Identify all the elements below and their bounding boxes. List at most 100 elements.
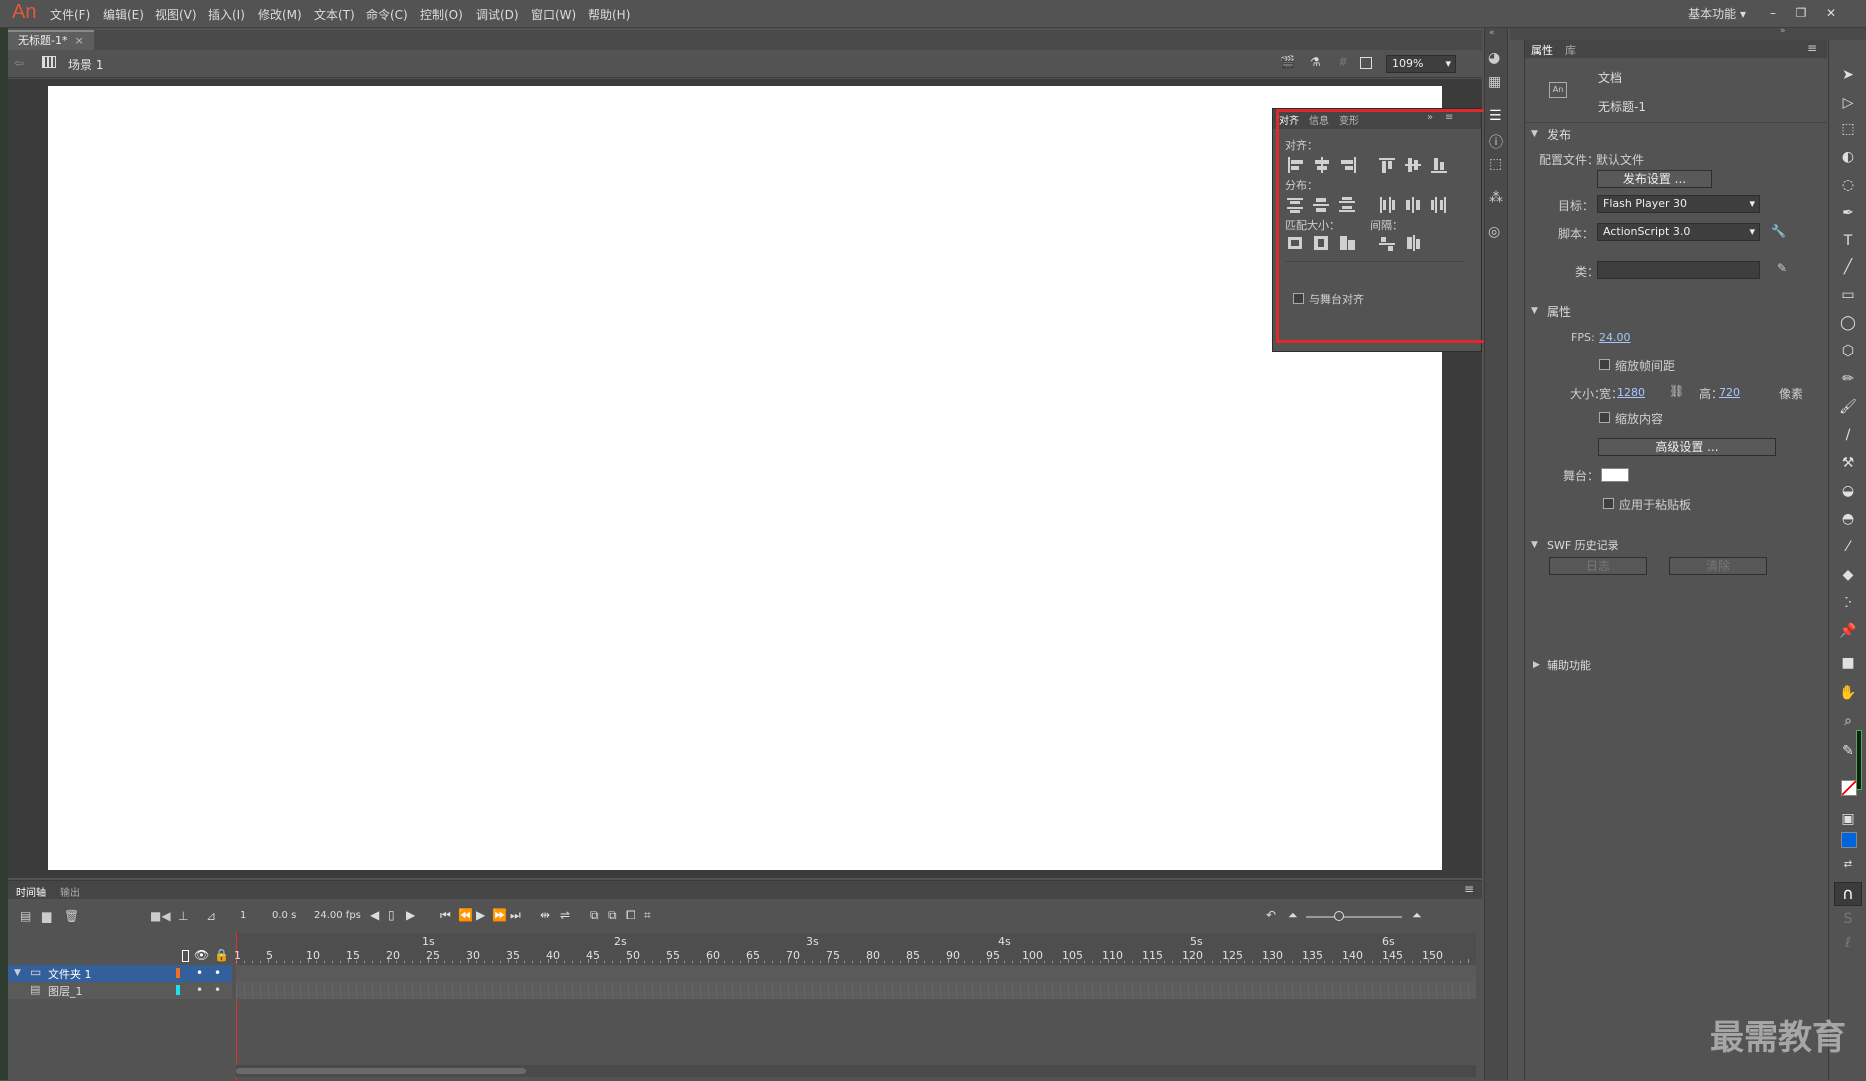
publish-settings-button[interactable]: 发布设置 ... (1597, 170, 1712, 188)
zoom-select[interactable]: 109% ▾ (1386, 55, 1456, 73)
pin-tool-icon[interactable]: 📌 (1839, 622, 1857, 640)
accessibility-expand-icon[interactable]: ▶ (1533, 660, 1540, 670)
fill-color-icon[interactable]: ▣ (1839, 810, 1857, 828)
menu-modify[interactable]: 修改(M) (258, 6, 302, 23)
edit-class-pencil-icon[interactable]: ✎ (1777, 261, 1787, 275)
step-forward-icon[interactable]: ⏩ (492, 908, 507, 922)
ink-bottle-tool-icon[interactable]: ◓ (1839, 510, 1857, 528)
timeline-menu-icon[interactable]: ≡ (1464, 882, 1474, 896)
script-settings-wrench-icon[interactable]: 🔧 (1771, 224, 1786, 238)
clip-stage-icon[interactable] (1360, 57, 1372, 69)
next-keyframe-icon[interactable]: ▶ (406, 908, 415, 922)
close-window-button[interactable]: ✕ (1820, 2, 1842, 24)
menu-window[interactable]: 窗口(W) (531, 6, 576, 23)
properties-expand-icon[interactable]: ▼ (1531, 306, 1538, 316)
timeline-hscroll[interactable] (236, 1065, 1476, 1077)
layer-depth-icon[interactable]: ⊿ (206, 909, 216, 923)
play-icon[interactable]: ▶ (476, 908, 485, 922)
script-select[interactable]: ActionScript 3.0 ▾ (1597, 223, 1760, 241)
layer-name[interactable]: 文件夹 1 (48, 966, 92, 982)
text-tool-icon[interactable]: T (1839, 232, 1857, 250)
info-panel-icon[interactable]: ⓘ (1489, 132, 1503, 152)
target-select[interactable]: Flash Player 30 ▾ (1597, 195, 1760, 213)
snap-magnet-icon[interactable]: ∩ (1834, 882, 1862, 906)
menu-insert[interactable]: 插入(I) (208, 6, 245, 23)
swap-colors-icon[interactable]: ⇄ (1839, 856, 1857, 874)
apply-pasteboard-checkbox[interactable] (1603, 498, 1614, 509)
eraser-tool-icon[interactable]: ◆ (1839, 566, 1857, 584)
edit-scene-icon[interactable]: 🎬 (1280, 55, 1295, 69)
log-button[interactable]: 日志 (1549, 557, 1647, 575)
menu-debug[interactable]: 调试(D) (476, 6, 519, 23)
zoom-out-frames-icon[interactable]: ⏶ (1288, 908, 1298, 923)
tools-scrollbar[interactable] (1856, 730, 1862, 790)
folder-frames[interactable] (236, 965, 1476, 982)
folder-expand-icon[interactable]: ▼ (14, 968, 21, 978)
layer-row-layer1[interactable]: ▤ 图层_1 • • (8, 982, 232, 999)
free-transform-tool-icon[interactable]: ⬚ (1839, 120, 1857, 138)
workspace-switcher[interactable]: 基本功能 ▾ (1688, 5, 1746, 22)
paint-bucket-tool-icon[interactable]: ◒ (1839, 482, 1857, 500)
current-frame[interactable]: 1 (240, 910, 246, 921)
timeline-hscroll-thumb[interactable] (236, 1068, 526, 1074)
advanced-settings-button[interactable]: 高级设置 ... (1598, 438, 1776, 456)
swatches-icon[interactable]: ▦ (1488, 74, 1501, 90)
tab-properties[interactable]: 属性 (1531, 42, 1553, 58)
fill-color-swatch[interactable] (1841, 832, 1857, 848)
step-back-icon[interactable]: ⏪ (458, 908, 473, 922)
frame-rate[interactable]: 24.00 fps (314, 910, 361, 921)
menu-view[interactable]: 视图(V) (155, 6, 197, 23)
modify-markers-icon[interactable]: ⌗ (644, 908, 651, 923)
layer-row-folder[interactable]: ▼ ▭ 文件夹 1 • • (8, 965, 232, 982)
edit-symbol-icon[interactable]: ⚗ (1310, 55, 1321, 69)
layer-frames[interactable] (236, 982, 1476, 999)
width-tool-icon[interactable]: ⴾ (1839, 594, 1857, 612)
3d-rotation-tool-icon[interactable]: ◐ (1839, 148, 1857, 166)
transform-panel-icon[interactable]: ⬚ (1489, 156, 1502, 172)
stroke-color-icon[interactable]: ✎ (1839, 742, 1857, 760)
brush-tool-icon[interactable]: ∕ (1839, 426, 1857, 444)
visibility-column-icon[interactable]: 👁 (194, 948, 209, 962)
rectangle-tool-icon[interactable]: ▭ (1839, 286, 1857, 304)
eyedropper-tool-icon[interactable]: ⁄ (1839, 538, 1857, 556)
collapse-right-icon[interactable]: » (1780, 26, 1786, 36)
lock-column-icon[interactable]: 🔒 (214, 948, 229, 962)
layer-color-marker[interactable] (176, 985, 180, 995)
visibility-dot[interactable]: • (196, 983, 203, 997)
menu-control[interactable]: 控制(O) (420, 6, 463, 23)
stage-color-swatch[interactable] (1601, 468, 1629, 482)
add-keyframe-icon[interactable]: ▯ (388, 908, 395, 922)
frame-zoom-track[interactable] (1306, 916, 1402, 918)
scale-spans-checkbox[interactable] (1599, 359, 1610, 370)
swf-history-expand-icon[interactable]: ▼ (1531, 540, 1538, 550)
menu-file[interactable]: 文件(F) (50, 6, 90, 23)
collapse-strip-icon[interactable]: « (1489, 28, 1495, 38)
pencil-tool-icon[interactable]: ✏ (1839, 370, 1857, 388)
clear-history-button[interactable]: 清除 (1669, 557, 1767, 575)
align-panel-icon[interactable]: ☰ (1489, 108, 1502, 124)
snap-grid-icon[interactable]: # (1338, 55, 1348, 69)
visibility-dot[interactable]: • (196, 966, 203, 980)
loop-icon[interactable]: ⇹ (540, 908, 550, 922)
center-frame-icon[interactable]: ⇌ (560, 908, 570, 922)
camera-tool-icon[interactable]: ■ (1839, 654, 1857, 672)
height-value[interactable]: 720 (1719, 386, 1740, 399)
document-tab[interactable]: 无标题-1* × (8, 30, 94, 50)
line-tool-icon[interactable]: ╱ (1839, 258, 1857, 276)
tab-timeline[interactable]: 时间轴 (16, 884, 46, 899)
smooth-icon[interactable]: S (1839, 910, 1857, 928)
last-frame-icon[interactable]: ⏭ (510, 908, 521, 923)
menu-text[interactable]: 文本(T) (314, 6, 355, 23)
camera-layer-icon[interactable]: ■◀ (150, 909, 171, 923)
new-folder-icon[interactable]: ▆ (42, 909, 51, 923)
minimize-button[interactable]: – (1762, 2, 1784, 24)
menu-commands[interactable]: 命令(C) (366, 6, 408, 23)
close-tab-icon[interactable]: × (74, 34, 83, 47)
lock-dot[interactable]: • (214, 983, 221, 997)
delete-layer-icon[interactable]: 🗑 (64, 909, 79, 923)
width-value[interactable]: 1280 (1617, 386, 1645, 399)
zoom-in-frames-icon[interactable]: ⏶ (1412, 908, 1422, 923)
paint-brush-tool-icon[interactable]: 🖌 (1839, 398, 1857, 416)
lasso-tool-icon[interactable]: ◌ (1839, 176, 1857, 194)
undo-icon[interactable]: ↶ (1266, 908, 1276, 922)
